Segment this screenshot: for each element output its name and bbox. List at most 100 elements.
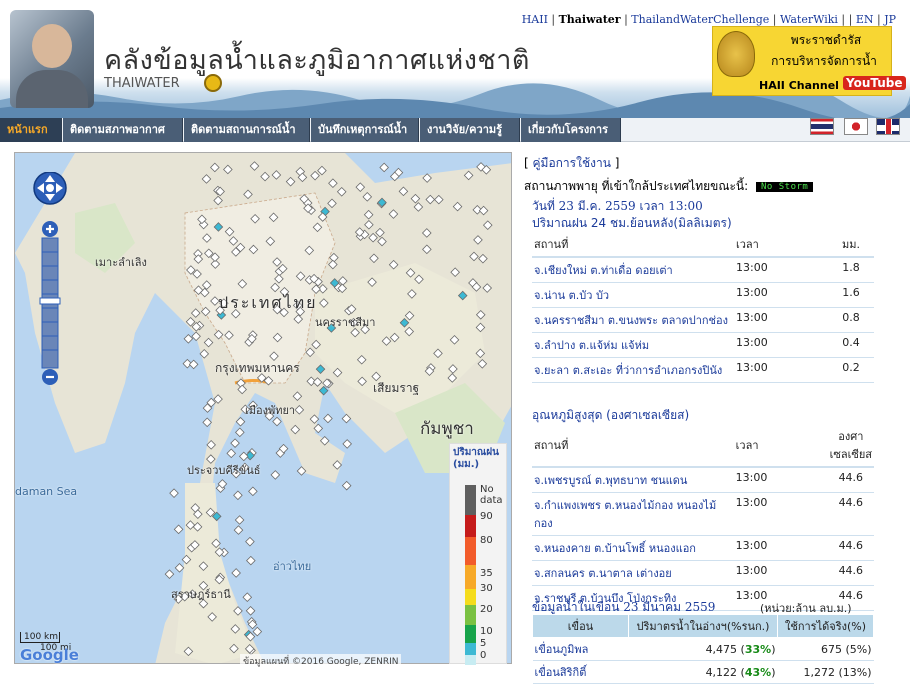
temp-place-link[interactable]: จ.หนองคาย ต.บ้านโพธิ์ หนองแอก bbox=[534, 542, 696, 555]
label-pattaya: เมืองพัทยา bbox=[245, 404, 296, 417]
top-link-thaiwater[interactable]: Thaiwater bbox=[559, 13, 621, 26]
rain-time: 13:00 bbox=[734, 357, 828, 383]
label-cambodia: กัมพูชา bbox=[420, 419, 474, 439]
map-copyright[interactable]: ข้อมูลแผนที่ ©2016 Google, ZENRIN bbox=[240, 654, 402, 668]
zoom-slider-handle[interactable] bbox=[39, 297, 61, 305]
site-title: คลังข้อมูลน้ำและภูมิอากาศแห่งชาติ bbox=[104, 45, 530, 76]
legend-10: 10 bbox=[480, 626, 493, 637]
rain-value: 0.4 bbox=[828, 332, 874, 358]
temp-place-link[interactable]: จ.เพชรบูรณ์ ต.พุทธบาท ชนแดน bbox=[534, 474, 687, 487]
flag-uk-icon[interactable] bbox=[876, 118, 900, 135]
rain-time: 13:00 bbox=[734, 307, 828, 333]
nav-about[interactable]: เกี่ยวกับโครงการ bbox=[521, 118, 621, 142]
main-nav: หน้าแรก ติดตามสภาพอากาศ ติดตามสถานการณ์น… bbox=[0, 118, 910, 142]
temp-header-place: สถานที่ bbox=[532, 424, 734, 468]
nav-weather[interactable]: ติดตามสภาพอากาศ bbox=[63, 118, 183, 142]
legend-30: 30 bbox=[480, 583, 493, 594]
dam-usable: 675 (5%) bbox=[777, 637, 874, 661]
legend-color-bar bbox=[465, 485, 476, 665]
legend-title: ปริมาณฝน (มม.) bbox=[453, 447, 499, 470]
rain-header-time: เวลา bbox=[734, 232, 828, 258]
rain-place-link[interactable]: จ.ยะลา ต.สะเอะ ที่ว่าการอำเภอกรงปินัง bbox=[534, 364, 722, 377]
label-surat: สุราษฎร์ธานี bbox=[171, 588, 231, 601]
youtube-icon[interactable]: YouTube bbox=[843, 76, 906, 90]
table-row: จ.ยะลา ต.สะเอะ ที่ว่าการอำเภอกรงปินัง 13:… bbox=[532, 357, 874, 383]
top-link-haii[interactable]: HAII bbox=[522, 13, 548, 26]
label-myanmar: เมาะลำเลิง bbox=[95, 256, 147, 269]
top-link-waterwiki[interactable]: WaterWiki bbox=[780, 13, 838, 26]
nav-research[interactable]: งานวิจัย/ความรู้ bbox=[420, 118, 520, 142]
legend-5: 5 bbox=[480, 638, 487, 649]
rain-table: สถานที่ เวลา มม. จ.เชียงใหม่ ต.ท่าเดื่อ … bbox=[532, 232, 874, 383]
top-link-challenge[interactable]: ThailandWaterChellenge bbox=[631, 13, 769, 26]
top-link-en[interactable]: EN bbox=[856, 13, 874, 26]
rain-header-value: มม. bbox=[828, 232, 874, 258]
label-prachuap: ประจวบคีรีขันธ์ bbox=[187, 464, 261, 477]
flag-th-icon[interactable] bbox=[810, 118, 834, 135]
royal-speech-banner[interactable]: พระราชดำรัส การบริหารจัดการน้ำ HAII Chan… bbox=[712, 26, 906, 96]
rain-legend: ปริมาณฝน (มม.) No data 90 80 35 30 20 10… bbox=[449, 443, 507, 665]
info-panel: [ คู่มือการใช้งาน ] สถานภาพพายุ ที่เข้าใ… bbox=[518, 150, 896, 684]
nav-home[interactable]: หน้าแรก bbox=[0, 118, 62, 142]
label-andaman: daman Sea bbox=[15, 485, 78, 498]
manual-link-wrap: [ คู่มือการใช้งาน ] bbox=[524, 156, 620, 170]
legend-90: 90 bbox=[480, 511, 493, 522]
top-link-jp[interactable]: JP bbox=[884, 13, 896, 26]
table-row: จ.หนองคาย ต.บ้านโพธิ์ หนองแอก 13:00 44.6 bbox=[532, 535, 874, 561]
rain-time: 13:00 bbox=[734, 332, 828, 358]
nav-water-situation[interactable]: ติดตามสถานการณ์น้ำ bbox=[184, 118, 310, 142]
rain-time: 13:00 bbox=[734, 257, 828, 283]
temp-value: 44.6 bbox=[827, 535, 874, 561]
temp-value: 44.6 bbox=[827, 492, 874, 536]
legend-0: 0 bbox=[480, 650, 487, 661]
label-thailand: ประเทศไทย bbox=[218, 293, 318, 312]
dam-name-link[interactable]: เขื่อนภูมิพล bbox=[535, 643, 589, 656]
rain-title: ปริมาณฝน 24 ชม.ย้อนหลัง(มิลลิเมตร) bbox=[532, 216, 732, 230]
rain-place-link[interactable]: จ.เชียงใหม่ ต.ท่าเดื่อ ดอยเต่า bbox=[534, 264, 673, 277]
temp-time: 13:00 bbox=[733, 535, 828, 561]
rain-map[interactable]: ประเทศไทย กัมพูชา daman Sea เมาะลำเลิง น… bbox=[14, 152, 512, 664]
site-subtitle: THAIWATER bbox=[104, 76, 180, 91]
storm-label: สถานภาพพายุ ที่เข้าใกล้ประเทศไทยขณะนี้: bbox=[524, 179, 749, 193]
dam-header-volume: ปริมาตรน้ำในอ่างฯ(%รนก.) bbox=[628, 614, 778, 638]
legend-35: 35 bbox=[480, 568, 493, 579]
label-siemreap: เสียมราฐ bbox=[373, 381, 420, 395]
temp-title: อุณหภูมิสูงสุด (องศาเซลเซียส) bbox=[532, 408, 690, 422]
zoom-in-icon[interactable] bbox=[42, 221, 58, 237]
table-row: จ.น่าน ต.บัว บัว 13:00 1.6 bbox=[532, 282, 874, 308]
nav-water-events[interactable]: บันทึกเหตุการณ์น้ำ bbox=[311, 118, 419, 142]
table-row: จ.เพชรบูรณ์ ต.พุทธบาท ชนแดน 13:00 44.6 bbox=[532, 467, 874, 493]
storm-badge: No Storm bbox=[755, 181, 814, 192]
dam-volume: 4,475 (33%) bbox=[628, 637, 778, 661]
table-row: จ.สกลนคร ต.นาตาล เต่างอย 13:00 44.6 bbox=[532, 560, 874, 586]
rain-place-link[interactable]: จ.ลำปาง ต.แจ้ห่ม แจ้ห่ม bbox=[534, 339, 649, 352]
temp-header-time: เวลา bbox=[733, 424, 828, 468]
storm-status: สถานภาพพายุ ที่เข้าใกล้ประเทศไทยขณะนี้: … bbox=[524, 177, 814, 196]
royal-emblem-icon bbox=[717, 31, 755, 77]
temp-place-link[interactable]: จ.สกลนคร ต.นาตาล เต่างอย bbox=[534, 567, 672, 580]
table-row: จ.กำแพงเพชร ต.หนองไม้กอง หนองไม้กอง 13:00… bbox=[532, 492, 874, 536]
table-row: จ.นครราชสีมา ต.ขนงพระ ตลาดปากช่อง 13:00 0.… bbox=[532, 307, 874, 333]
table-row: เขื่อนภูมิพล 4,475 (33%) 675 (5%) bbox=[532, 637, 874, 661]
manual-link[interactable]: คู่มือการใช้งาน bbox=[533, 156, 611, 170]
rain-place-link[interactable]: จ.น่าน ต.บัว บัว bbox=[534, 289, 609, 302]
top-links: HAII | Thaiwater | ThailandWaterChelleng… bbox=[521, 13, 896, 26]
temp-place-link[interactable]: จ.กำแพงเพชร ต.หนองไม้กอง หนองไม้กอง bbox=[534, 499, 716, 530]
flag-jp-icon[interactable] bbox=[844, 118, 868, 135]
table-row: จ.ลำปาง ต.แจ้ห่ม แจ้ห่ม 13:00 0.4 bbox=[532, 332, 874, 358]
dam-name-link[interactable]: เขื่อนสิริกิติ์ bbox=[535, 666, 587, 679]
temp-time: 13:00 bbox=[733, 492, 828, 536]
temp-header-value: องศาเซลเซียส bbox=[827, 424, 874, 468]
pan-control-icon[interactable] bbox=[33, 171, 67, 205]
legend-20: 20 bbox=[480, 604, 493, 615]
rain-value: 1.8 bbox=[828, 257, 874, 283]
zoom-out-icon[interactable] bbox=[42, 369, 58, 385]
rain-header-place: สถานที่ bbox=[532, 232, 734, 258]
rain-place-link[interactable]: จ.นครราชสีมา ต.ขนงพระ ตลาดปากช่อง bbox=[534, 314, 728, 327]
legend-80: 80 bbox=[480, 535, 493, 546]
temp-value: 44.6 bbox=[827, 560, 874, 586]
rain-time: 13:00 bbox=[734, 282, 828, 308]
haii-logo-icon bbox=[204, 74, 222, 92]
dam-table: เขื่อน ปริมาตรน้ำในอ่างฯ(%รนก.) ใช้การได… bbox=[532, 614, 874, 684]
legend-nodata: No data bbox=[480, 484, 503, 506]
